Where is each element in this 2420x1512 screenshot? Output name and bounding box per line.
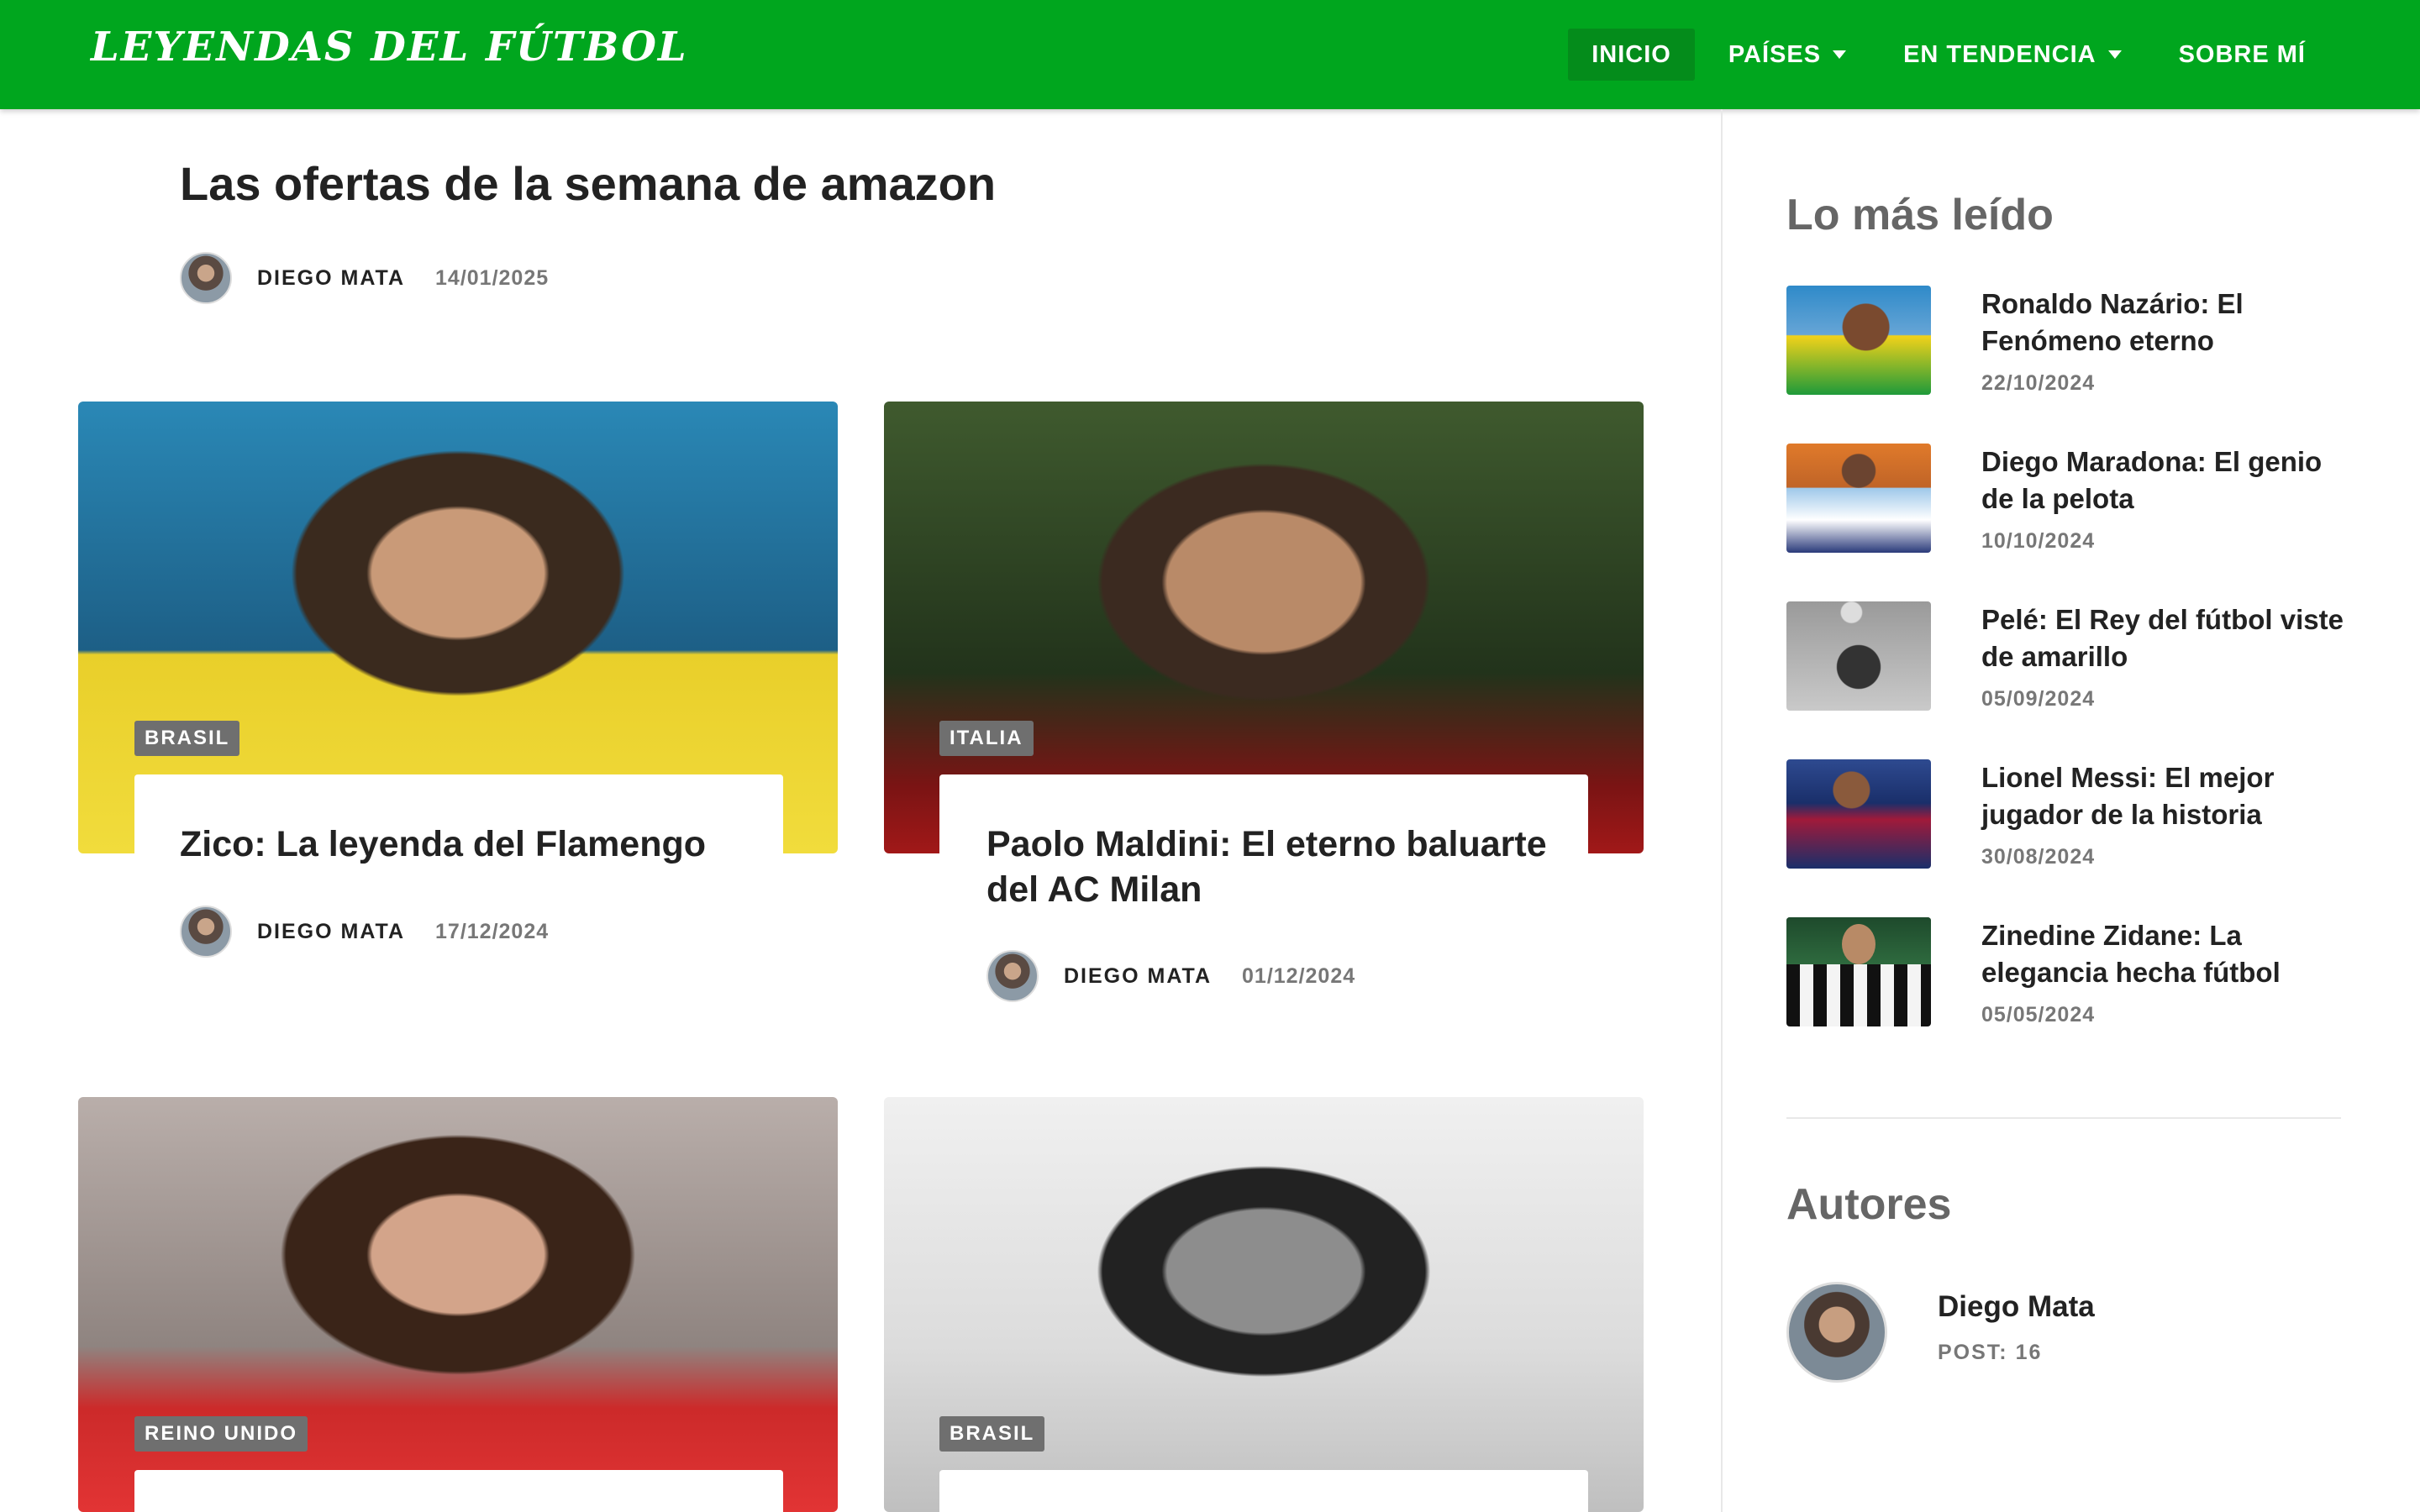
- author-post-count: POST: 16: [1938, 1341, 2043, 1364]
- ronaldo-thumbnail[interactable]: [1786, 286, 1931, 395]
- main-nav: INICIO PAÍSES EN TENDENCIA SOBRE MÍ: [1568, 29, 2329, 81]
- post-title[interactable]: Paolo Maldini: El eterno baluarte del AC…: [986, 822, 1575, 912]
- zidane-thumbnail[interactable]: [1786, 917, 1931, 1026]
- caret-down-icon: [1833, 50, 1847, 59]
- category-tag[interactable]: BRASIL: [939, 1416, 1045, 1452]
- post-date: 10/10/2024: [1981, 529, 2096, 553]
- post-card-george-best: [134, 1470, 783, 1512]
- maradona-thumbnail[interactable]: [1786, 444, 1931, 553]
- author-name[interactable]: DIEGO MATA: [257, 920, 405, 944]
- column-divider: [1721, 109, 1723, 1512]
- nav-item-label: SOBRE MÍ: [2178, 40, 2306, 68]
- most-read-item: Pelé: El Rey del fútbol viste de amarill…: [1786, 601, 2344, 719]
- authors-heading: Autores: [1786, 1180, 1952, 1229]
- featured-post-title[interactable]: Las ofertas de la semana de amazon: [180, 156, 996, 211]
- author-avatar[interactable]: [986, 950, 1039, 1002]
- post-date: 14/01/2025: [435, 265, 550, 290]
- nav-item-inicio[interactable]: INICIO: [1568, 29, 1695, 81]
- category-tag[interactable]: ITALIA: [939, 721, 1034, 756]
- pele-thumbnail[interactable]: [1786, 601, 1931, 711]
- post-date: 22/10/2024: [1981, 371, 2096, 395]
- nav-item-sobre-mi[interactable]: SOBRE MÍ: [2155, 29, 2329, 81]
- author-name[interactable]: Diego Mata: [1938, 1290, 2095, 1324]
- category-tag[interactable]: BRASIL: [134, 721, 240, 756]
- post-date: 30/08/2024: [1981, 845, 2096, 869]
- most-read-title[interactable]: Ronaldo Nazário: El Fenómeno eterno: [1981, 286, 2351, 360]
- post-card-garrincha: [939, 1470, 1588, 1512]
- most-read-item: Zinedine Zidane: La elegancia hecha fútb…: [1786, 917, 2341, 1035]
- author-name[interactable]: DIEGO MATA: [257, 266, 405, 291]
- nav-item-label: INICIO: [1591, 40, 1671, 68]
- nav-item-paises[interactable]: PAÍSES: [1705, 29, 1870, 81]
- post-date: 01/12/2024: [1242, 963, 1356, 988]
- post-title[interactable]: Zico: La leyenda del Flamengo: [180, 822, 768, 867]
- author-avatar[interactable]: [180, 906, 232, 958]
- author-avatar[interactable]: [180, 252, 232, 304]
- post-date: 17/12/2024: [435, 919, 550, 943]
- author-avatar[interactable]: [1786, 1282, 1887, 1383]
- post-date: 05/05/2024: [1981, 1003, 2096, 1026]
- most-read-heading: Lo más leído: [1786, 191, 2054, 239]
- most-read-title[interactable]: Lionel Messi: El mejor jugador de la his…: [1981, 759, 2351, 833]
- nav-item-en-tendencia[interactable]: EN TENDENCIA: [1880, 29, 2145, 81]
- site-header: LEYENDAS DEL FÚTBOL INICIO PAÍSES EN TEN…: [0, 0, 2420, 109]
- sidebar-divider: [1786, 1117, 2341, 1119]
- featured-post-meta: DIEGO MATA 14/01/2025: [180, 252, 549, 304]
- messi-thumbnail[interactable]: [1786, 759, 1931, 869]
- post-meta: DIEGO MATA 17/12/2024: [180, 906, 549, 958]
- most-read-item: Lionel Messi: El mejor jugador de la his…: [1786, 759, 2341, 877]
- post-date: 05/09/2024: [1981, 687, 2096, 711]
- most-read-title[interactable]: Pelé: El Rey del fútbol viste de amarill…: [1981, 601, 2351, 675]
- most-read-title[interactable]: Zinedine Zidane: La elegancia hecha fútb…: [1981, 917, 2351, 991]
- nav-item-label: PAÍSES: [1728, 40, 1822, 68]
- most-read-item: Diego Maradona: El genio de la pelota 10…: [1786, 444, 2341, 561]
- post-meta: DIEGO MATA 01/12/2024: [986, 950, 1355, 1002]
- caret-down-icon: [2107, 50, 2122, 59]
- nav-item-label: EN TENDENCIA: [1903, 40, 2096, 68]
- category-tag[interactable]: REINO UNIDO: [134, 1416, 308, 1452]
- most-read-item: Ronaldo Nazário: El Fenómeno eterno 22/1…: [1786, 286, 2341, 403]
- most-read-title[interactable]: Diego Maradona: El genio de la pelota: [1981, 444, 2351, 517]
- author-name[interactable]: DIEGO MATA: [1064, 964, 1212, 989]
- site-logo[interactable]: LEYENDAS DEL FÚTBOL: [91, 24, 688, 71]
